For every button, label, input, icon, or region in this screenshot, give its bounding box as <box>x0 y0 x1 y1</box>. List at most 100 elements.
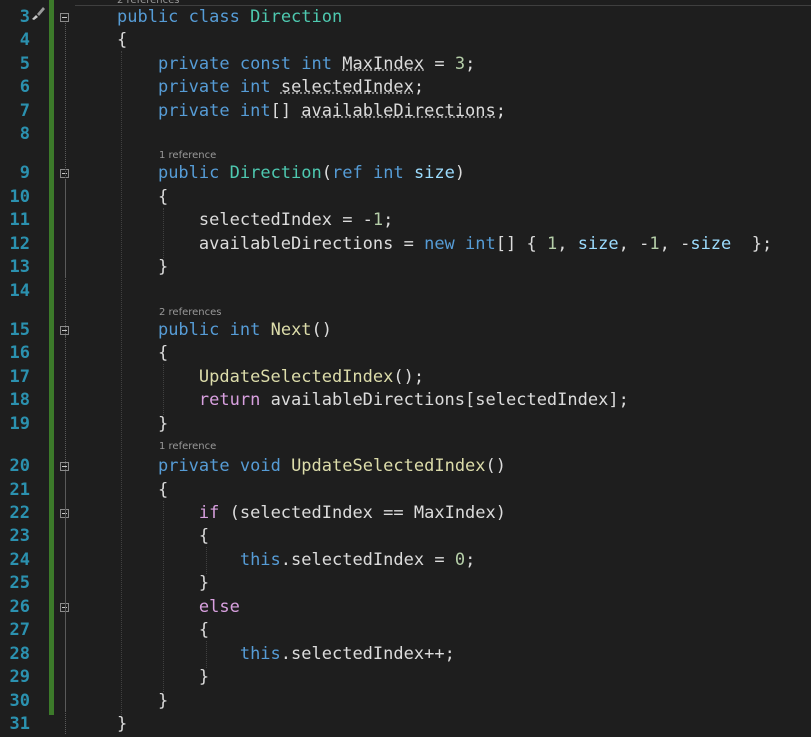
code-token: int <box>239 77 271 97</box>
codelens-next-references[interactable]: 2 references <box>159 306 222 320</box>
code-line[interactable]: private int selectedIndex; <box>117 76 424 99</box>
code-token: . <box>280 644 292 664</box>
code-line[interactable]: selectedIndex = -1; <box>117 209 394 232</box>
code-token: ( <box>219 503 240 523</box>
code-line[interactable]: private int[] availableDirections; <box>117 100 506 123</box>
code-token: { <box>117 343 169 363</box>
code-token: availableDirections <box>301 101 496 121</box>
code-line[interactable]: } <box>117 713 127 736</box>
code-token: Direction <box>250 7 343 27</box>
code-line[interactable]: } <box>117 413 168 436</box>
code-line[interactable]: { <box>117 342 168 365</box>
code-line[interactable]: this.selectedIndex++; <box>117 643 455 666</box>
code-line[interactable]: else <box>117 596 240 619</box>
code-token: MaxIndex <box>342 54 425 74</box>
code-token: ( <box>321 163 332 183</box>
code-token: if <box>198 503 220 523</box>
fold-connector <box>65 336 67 434</box>
code-token: UpdateSelectedIndex <box>291 456 486 476</box>
code-token: ]; <box>608 390 629 410</box>
code-token: public <box>157 163 220 183</box>
code-line[interactable]: availableDirections = new int[] { 1, siz… <box>117 233 772 256</box>
code-line[interactable]: public int Next() <box>117 319 332 342</box>
fold-connector <box>65 179 67 277</box>
code-token: 1 <box>649 234 660 254</box>
code-line[interactable]: } <box>117 256 168 279</box>
code-token: }; <box>731 234 773 254</box>
code-token: const <box>239 54 292 74</box>
code-line[interactable]: if (selectedIndex == MaxIndex) <box>117 502 506 525</box>
code-token: 3 <box>454 54 466 74</box>
code-line[interactable]: { <box>117 186 168 209</box>
code-token: ++; <box>424 644 455 664</box>
code-token: [] <box>270 101 302 121</box>
code-token: size <box>413 163 455 183</box>
codelens-update-references[interactable]: 1 reference <box>159 440 216 454</box>
code-line[interactable]: UpdateSelectedIndex(); <box>117 366 424 389</box>
code-token: private <box>157 456 230 476</box>
code-line[interactable]: } <box>117 572 209 595</box>
code-token: size <box>577 234 619 254</box>
line-number: 20 <box>9 456 30 476</box>
fold-connector <box>65 613 67 687</box>
code-token: 1 <box>546 234 558 254</box>
line-number: 29 <box>9 667 30 687</box>
line-number: 18 <box>9 390 30 410</box>
code-line[interactable]: { <box>117 29 127 52</box>
code-token: ) <box>495 503 507 523</box>
code-line[interactable]: { <box>117 525 209 548</box>
code-token: { <box>117 620 210 640</box>
code-line[interactable]: this.selectedIndex = 0; <box>117 549 475 572</box>
code-token: void <box>239 456 281 476</box>
line-number: 31 <box>9 714 30 734</box>
code-token: class <box>188 7 240 27</box>
code-token: , <box>557 234 578 254</box>
line-number: 13 <box>9 257 30 277</box>
code-token: selectedIndex <box>239 503 373 523</box>
code-line[interactable]: private const int MaxIndex = 3; <box>117 53 475 76</box>
paintbrush-icon[interactable] <box>30 5 46 21</box>
code-line[interactable]: public Direction(ref int size) <box>117 162 465 185</box>
code-token: ; <box>465 550 476 570</box>
line-number: 22 <box>9 503 30 523</box>
code-token: int <box>229 320 261 340</box>
code-token: == <box>372 503 414 523</box>
code-token: ; <box>383 210 394 230</box>
code-token: availableDirections <box>198 234 394 254</box>
code-token: { <box>117 526 210 546</box>
code-line[interactable]: { <box>117 619 209 642</box>
code-token: = <box>424 550 455 570</box>
code-token: private <box>157 54 230 74</box>
codelens-ctor-references[interactable]: 1 reference <box>159 149 216 163</box>
code-line[interactable]: public class Direction <box>117 6 342 29</box>
code-token: ; <box>465 54 476 74</box>
code-token: ) <box>454 163 466 183</box>
collapse-toggle[interactable] <box>60 13 69 22</box>
code-token: = <box>393 234 425 254</box>
code-token: UpdateSelectedIndex <box>198 367 394 387</box>
line-number: 17 <box>9 367 30 387</box>
code-line[interactable]: } <box>117 690 168 713</box>
code-token: Next <box>270 320 312 340</box>
code-line[interactable]: { <box>117 479 168 502</box>
code-token: int <box>301 54 333 74</box>
code-token: selectedIndex <box>291 644 425 664</box>
line-number: 26 <box>9 597 30 617</box>
code-token: return <box>198 390 261 410</box>
change-indicator-bar <box>49 0 54 715</box>
code-token: size <box>690 234 732 254</box>
code-editor[interactable]: 2 references 1 reference 2 references 1 … <box>0 0 811 737</box>
code-line[interactable]: return availableDirections[selectedIndex… <box>117 389 629 412</box>
code-line[interactable]: private void UpdateSelectedIndex() <box>117 455 506 478</box>
code-line[interactable]: } <box>117 666 209 689</box>
